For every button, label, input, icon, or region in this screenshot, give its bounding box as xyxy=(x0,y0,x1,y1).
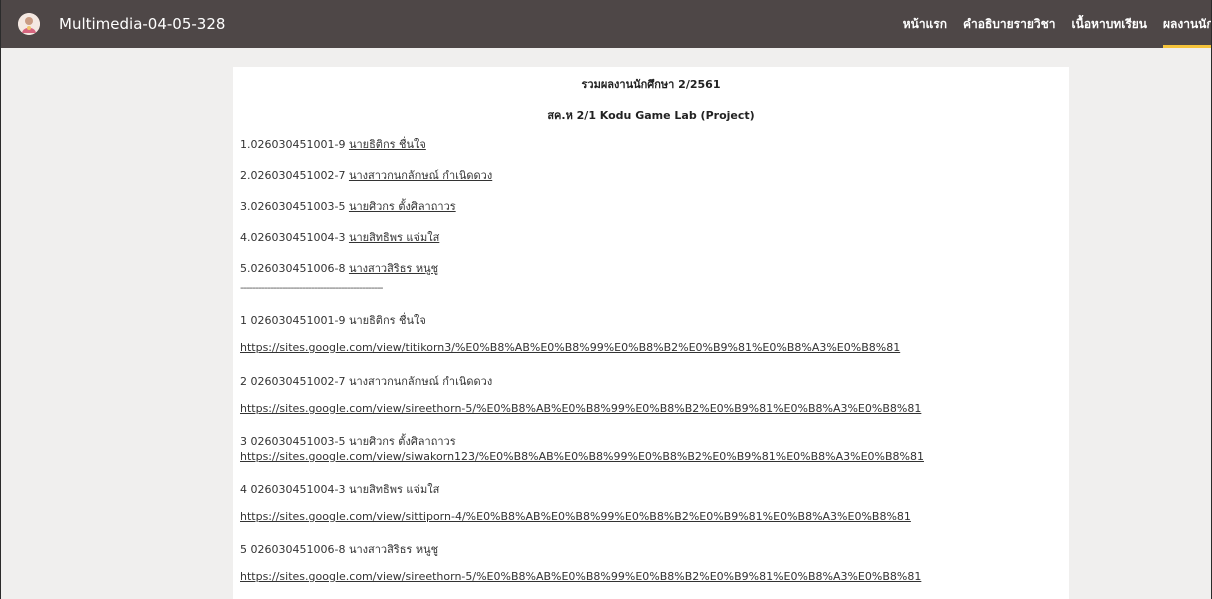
entry-label-3: 3 026030451003-5 นายศิวกร ตั้งศิลาถาวร xyxy=(240,435,456,448)
entry-label-4: 4 026030451004-3 นายสิทธิพร แจ่มใส xyxy=(240,483,440,496)
student-link-1[interactable]: นายธิติกร ชื่นใจ xyxy=(349,138,426,151)
student-line-3: 3.026030451003-5 นายศิวกร ตั้งศิลาถาวร xyxy=(240,200,456,213)
student-line-4: 4.026030451004-3 นายสิทธิพร แจ่มใส xyxy=(240,231,440,244)
main-nav: หน้าแรก คำอธิบายรายวิชา เนื้อหาบทเรียน ผ… xyxy=(903,0,1211,48)
student-line-2: 2.026030451002-7 นางสาวกนกลักษณ์ กำเนิดด… xyxy=(240,169,493,182)
page-title: รวมผลงานนักศึกษา 2/2561 xyxy=(581,78,721,91)
nav-lessons[interactable]: เนื้อหาบทเรียน xyxy=(1072,0,1147,48)
main-content: รวมผลงานนักศึกษา 2/2561 สค.ห 2/1 Kodu Ga… xyxy=(233,67,1069,599)
entry-label-5: 5 026030451006-8 นางสาวสิริธร หนูชู xyxy=(240,543,439,556)
divider-line: ----------------------------------------… xyxy=(240,281,384,294)
site-title[interactable]: Multimedia-04-05-328 xyxy=(59,13,225,35)
site-header: Multimedia-04-05-328 หน้าแรก คำอธิบายราย… xyxy=(1,0,1211,48)
student-link-4[interactable]: นายสิทธิพร แจ่มใส xyxy=(349,231,439,244)
entry-url-2[interactable]: https://sites.google.com/view/sireethorn… xyxy=(240,402,921,415)
nav-course-description[interactable]: คำอธิบายรายวิชา xyxy=(963,0,1056,48)
entry-url-4[interactable]: https://sites.google.com/view/sittiporn-… xyxy=(240,510,911,523)
student-link-5[interactable]: นางสาวสิริธร หนูชู xyxy=(349,262,438,275)
nav-student-works[interactable]: ผลงานนักศึกษา xyxy=(1163,0,1211,48)
entry-label-1: 1 026030451001-9 นายธิติกร ชื่นใจ xyxy=(240,314,426,327)
site-logo[interactable] xyxy=(18,13,40,35)
entry-url-3[interactable]: https://sites.google.com/view/siwakorn12… xyxy=(240,450,924,463)
student-link-3[interactable]: นายศิวกร ตั้งศิลาถาวร xyxy=(349,200,456,213)
student-line-1: 1.026030451001-9 นายธิติกร ชื่นใจ xyxy=(240,138,426,151)
student-link-2[interactable]: นางสาวกนกลักษณ์ กำเนิดดวง xyxy=(349,169,492,182)
page-subtitle: สค.ห 2/1 Kodu Game Lab (Project) xyxy=(547,109,755,122)
nav-home[interactable]: หน้าแรก xyxy=(903,0,947,48)
entry-url-5[interactable]: https://sites.google.com/view/sireethorn… xyxy=(240,570,921,583)
entry-label-2: 2 026030451002-7 นางสาวกนกลักษณ์ กำเนิดด… xyxy=(240,375,493,388)
avatar-icon xyxy=(18,13,40,35)
entry-url-1[interactable]: https://sites.google.com/view/titikorn3/… xyxy=(240,341,900,354)
browser-frame: Multimedia-04-05-328 หน้าแรก คำอธิบายราย… xyxy=(0,0,1212,599)
student-line-5: 5.026030451006-8 นางสาวสิริธร หนูชู xyxy=(240,262,439,275)
